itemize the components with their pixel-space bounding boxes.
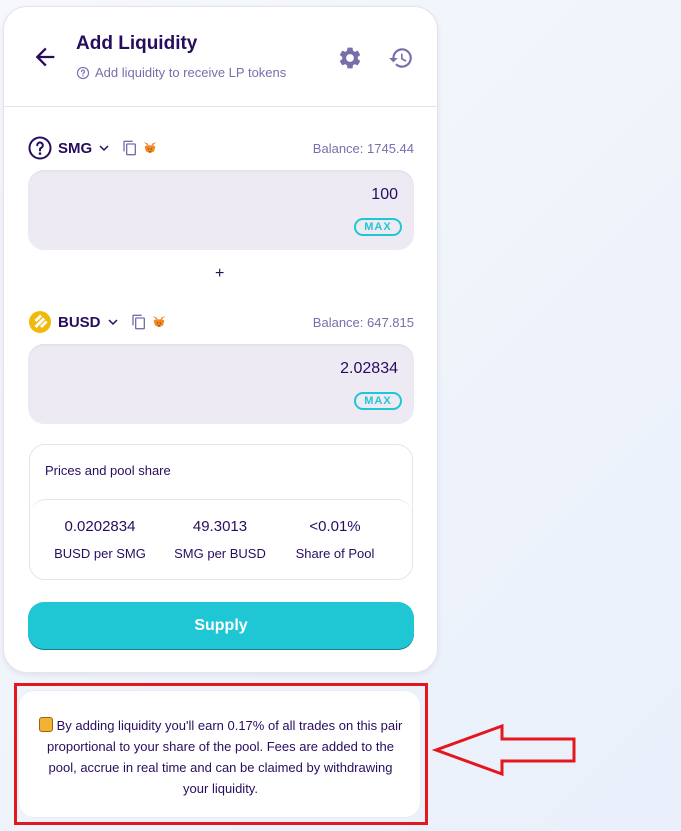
busd-coin-icon — [29, 311, 51, 333]
annotation-arrow-icon — [432, 723, 576, 777]
unknown-token-icon — [28, 136, 52, 160]
token-b-selector[interactable]: BUSD — [28, 310, 119, 334]
token-a-input-panel[interactable]: 100 MAX — [28, 170, 414, 250]
stat-smg-per-busd: 49.3013 SMG per BUSD — [160, 518, 280, 561]
add-liquidity-card: Add Liquidity Add liquidity to receive L… — [3, 6, 438, 673]
pool-share-panel: Prices and pool share 0.0202834 BUSD per… — [29, 444, 413, 580]
stat-label: BUSD per SMG — [54, 546, 146, 561]
token-a-selector[interactable]: SMG — [28, 136, 110, 160]
stat-share-of-pool: <0.01% Share of Pool — [275, 518, 395, 561]
token-b-row: BUSD Balance: 647.815 — [28, 308, 414, 336]
chevron-down-icon — [107, 319, 118, 326]
history-icon[interactable] — [388, 45, 414, 71]
supply-button[interactable]: Supply — [28, 602, 414, 650]
token-b-amount-input[interactable]: 2.02834 — [340, 360, 398, 378]
chevron-down-icon — [99, 145, 109, 152]
stat-label: SMG per BUSD — [174, 546, 266, 561]
card-header: Add Liquidity Add liquidity to receive L… — [4, 7, 437, 107]
lp-reward-info-card: By adding liquidity you'll earn 0.17% of… — [18, 690, 421, 818]
metamask-fox-icon[interactable] — [142, 140, 158, 156]
token-a-max-button[interactable]: MAX — [354, 218, 402, 236]
help-circle-icon[interactable] — [76, 66, 90, 80]
pool-share-title: Prices and pool share — [45, 463, 171, 478]
stat-busd-per-smg: 0.0202834 BUSD per SMG — [40, 518, 160, 561]
stat-label: Share of Pool — [295, 546, 375, 561]
page-title: Add Liquidity — [76, 33, 198, 54]
token-a-symbol: SMG — [58, 139, 93, 157]
token-b-input-panel[interactable]: 2.02834 MAX — [28, 344, 414, 424]
stat-value: 49.3013 — [192, 518, 248, 535]
token-b-balance: Balance: 647.815 — [312, 314, 414, 330]
settings-gear-icon[interactable] — [337, 45, 363, 71]
plus-sign: + — [215, 265, 225, 282]
copy-icon[interactable] — [131, 314, 147, 330]
subtitle-text: Add liquidity to receive LP tokens — [95, 65, 287, 80]
pool-share-stats: 0.0202834 BUSD per SMG 49.3013 SMG per B… — [30, 499, 412, 579]
token-b-max-button[interactable]: MAX — [354, 392, 402, 410]
token-a-row: SMG Balance: 1745.44 — [28, 134, 414, 162]
token-a-amount-input[interactable]: 100 — [371, 186, 398, 204]
lp-reward-info-text: By adding liquidity you'll earn 0.17% of… — [47, 718, 403, 796]
token-a-balance: Balance: 1745.44 — [312, 140, 414, 156]
metamask-fox-icon[interactable] — [151, 314, 167, 330]
stat-value: <0.01% — [309, 518, 361, 535]
token-b-symbol: BUSD — [58, 313, 101, 331]
lp-reward-info: By adding liquidity you'll earn 0.17% of… — [35, 715, 406, 799]
back-arrow-icon[interactable] — [31, 43, 59, 71]
coin-emoji-icon — [38, 717, 53, 732]
stat-value: 0.0202834 — [64, 518, 136, 535]
copy-icon[interactable] — [122, 140, 138, 156]
page-subtitle: Add liquidity to receive LP tokens — [76, 65, 286, 80]
